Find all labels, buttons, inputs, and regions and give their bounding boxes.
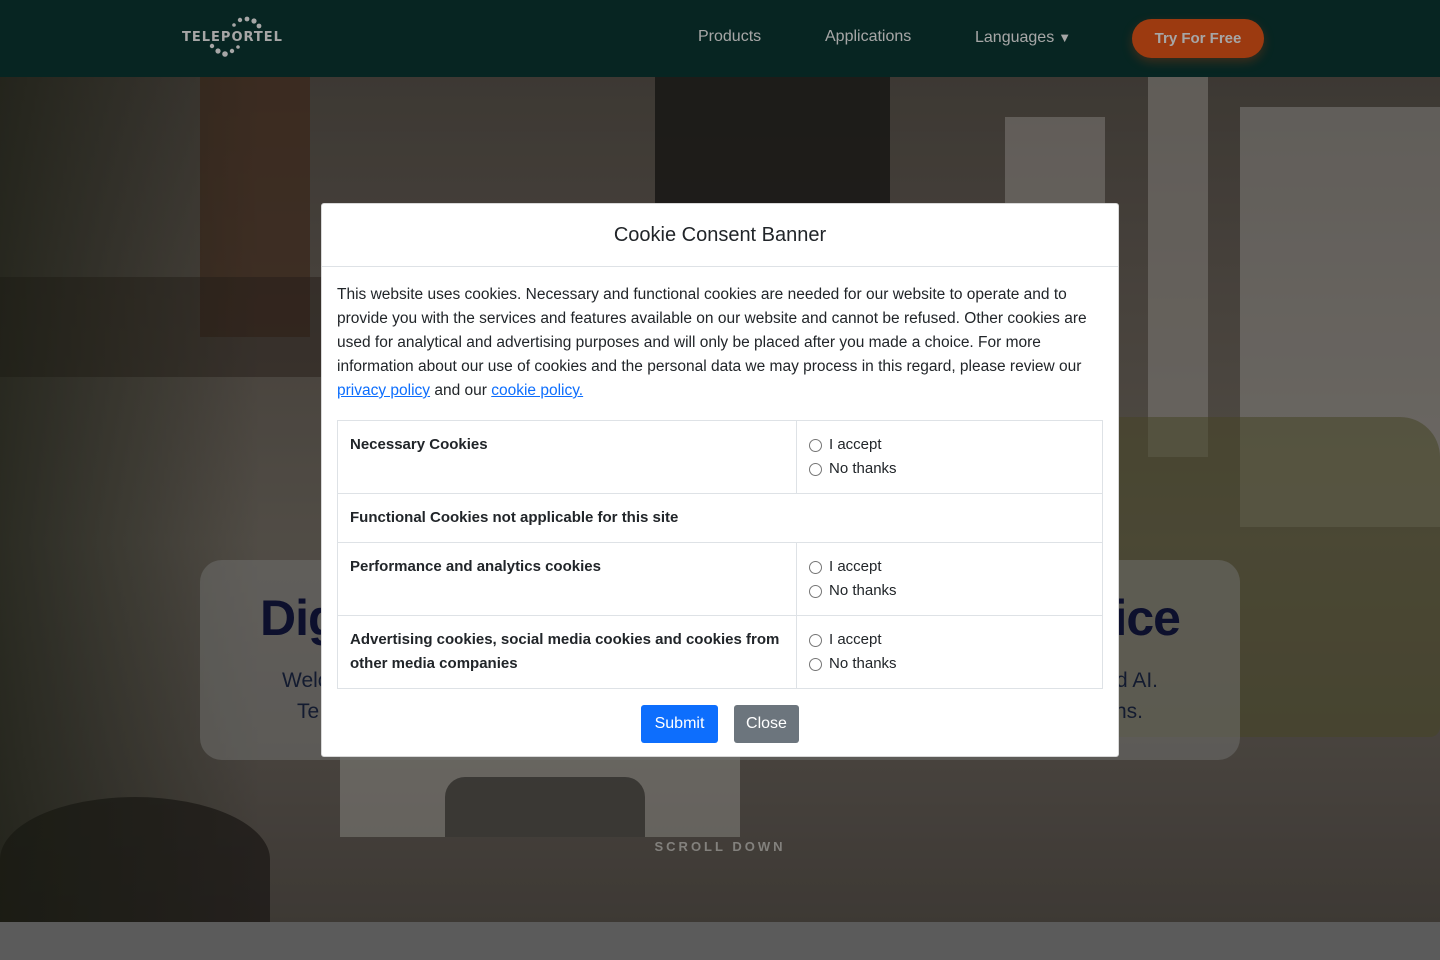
radio-option[interactable]: No thanks <box>809 457 1090 481</box>
necessary-cookies-label: Necessary Cookies <box>337 420 797 494</box>
table-row: Advertising cookies, social media cookie… <box>337 615 1103 689</box>
radio-label: No thanks <box>829 460 897 477</box>
radio-label: I accept <box>829 558 882 575</box>
radio-accept-performance[interactable] <box>809 560 822 574</box>
table-row: Necessary Cookies I accept No thanks <box>337 420 1103 494</box>
radio-label: No thanks <box>829 582 897 599</box>
radio-accept-necessary[interactable] <box>809 438 822 452</box>
table-row: Performance and analytics cookies I acce… <box>337 542 1103 616</box>
radio-accept-advertising[interactable] <box>809 633 822 647</box>
modal-actions: Submit Close <box>337 705 1103 743</box>
radio-label: No thanks <box>829 655 897 672</box>
functional-cookies-label: Functional Cookies not applicable for th… <box>337 493 1103 543</box>
intro-paragraph: This website uses cookies. Necessary and… <box>337 286 1087 375</box>
advertising-cookies-options: I accept No thanks <box>796 615 1103 689</box>
modal-body: This website uses cookies. Necessary and… <box>322 267 1118 743</box>
privacy-policy-link[interactable]: privacy policy <box>337 382 430 399</box>
intro-and-text: and our <box>430 382 492 399</box>
radio-option[interactable]: I accept <box>809 555 1090 579</box>
modal-header: Cookie Consent Banner <box>322 204 1118 267</box>
close-button[interactable]: Close <box>734 705 799 743</box>
cookie-intro-text: This website uses cookies. Necessary and… <box>337 283 1103 403</box>
radio-option[interactable]: I accept <box>809 433 1090 457</box>
radio-decline-performance[interactable] <box>809 584 822 598</box>
radio-option[interactable]: No thanks <box>809 579 1090 603</box>
performance-cookies-options: I accept No thanks <box>796 542 1103 616</box>
table-row: Functional Cookies not applicable for th… <box>337 493 1103 543</box>
performance-cookies-label: Performance and analytics cookies <box>337 542 797 616</box>
radio-decline-necessary[interactable] <box>809 462 822 476</box>
necessary-cookies-options: I accept No thanks <box>796 420 1103 494</box>
advertising-cookies-label: Advertising cookies, social media cookie… <box>337 615 797 689</box>
radio-option[interactable]: I accept <box>809 628 1090 652</box>
submit-button[interactable]: Submit <box>641 705 718 743</box>
cookie-preferences-table: Necessary Cookies I accept No thanks Fun… <box>337 420 1103 689</box>
radio-label: I accept <box>829 631 882 648</box>
radio-decline-advertising[interactable] <box>809 657 822 671</box>
modal-title: Cookie Consent Banner <box>613 223 827 246</box>
cookie-consent-modal: Cookie Consent Banner This website uses … <box>321 203 1119 757</box>
radio-label: I accept <box>829 436 882 453</box>
radio-option[interactable]: No thanks <box>809 652 1090 676</box>
cookie-policy-link[interactable]: cookie policy. <box>491 382 583 399</box>
